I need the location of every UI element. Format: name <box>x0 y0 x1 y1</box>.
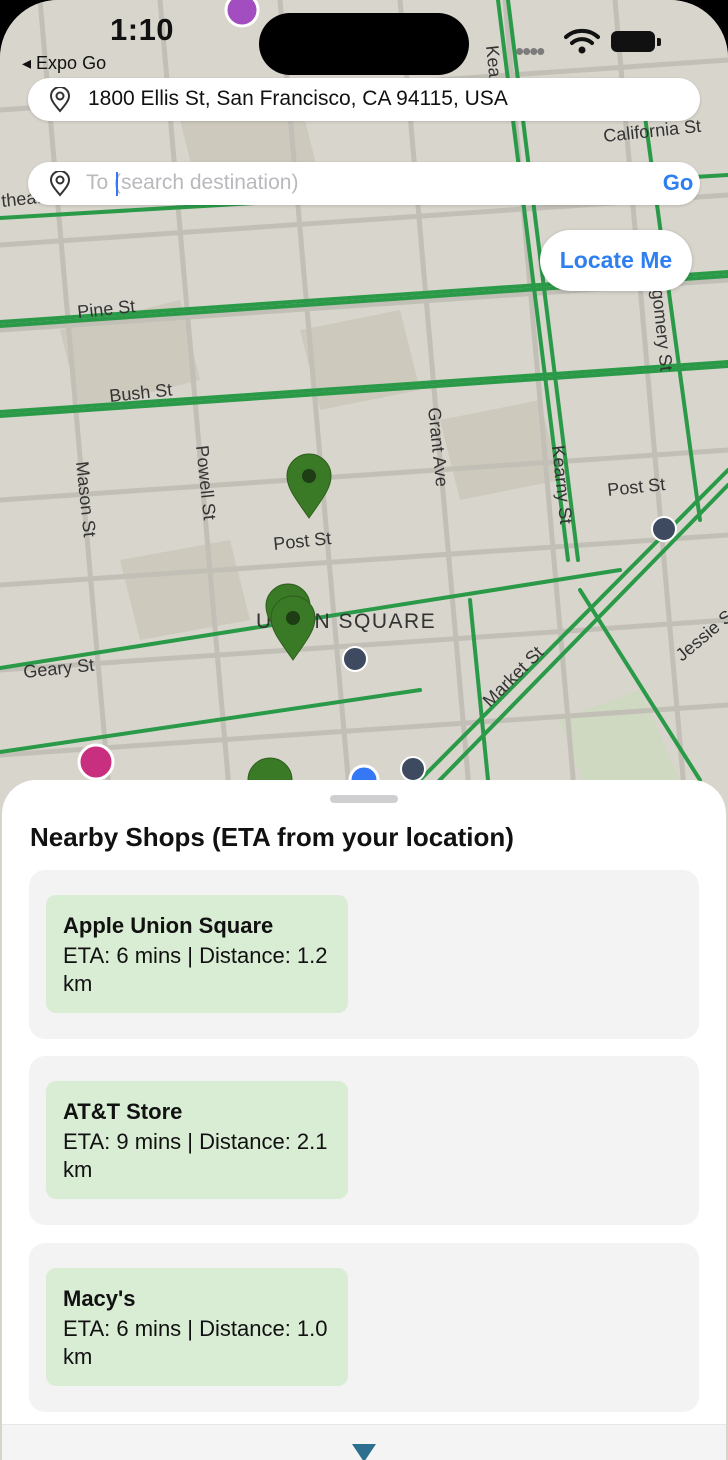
battery-icon <box>611 31 655 52</box>
nearby-shops-title: Nearby Shops (ETA from your location) <box>30 822 514 852</box>
status-time: 1:10 <box>110 12 175 47</box>
location-pin-icon <box>49 171 71 197</box>
shop-chip[interactable]: Apple Union Square ETA: 6 mins | Distanc… <box>46 895 348 1013</box>
hotel-poi-icon <box>77 743 115 781</box>
collapse-down-arrow-icon[interactable] <box>352 1444 376 1460</box>
bottom-toggle-bar[interactable] <box>2 1424 726 1460</box>
back-to-expo-go-link[interactable]: ◂ Expo Go <box>22 53 106 74</box>
shop-eta-distance: ETA: 6 mins | Distance: 1.0 km <box>63 1316 328 1369</box>
shop-name: Macy's <box>63 1286 136 1311</box>
wifi-icon <box>564 28 600 54</box>
locate-me-button[interactable]: Locate Me <box>540 230 692 291</box>
shop-card[interactable]: Macy's ETA: 6 mins | Distance: 1.0 km <box>29 1243 699 1412</box>
transit-poi-icon <box>651 516 677 542</box>
from-address-value: 1800 Ellis St, San Francisco, CA 94115, … <box>88 87 508 110</box>
destination-search-input[interactable] <box>86 168 616 198</box>
sheet-drag-handle[interactable] <box>330 795 398 803</box>
go-button[interactable]: Go <box>648 170 708 198</box>
text-cursor <box>116 172 118 196</box>
phone-screen: Pine St Bush St Post St Post St Geary St… <box>0 0 728 1460</box>
shop-chip[interactable]: AT&T Store ETA: 9 mins | Distance: 2.1 k… <box>46 1081 348 1199</box>
shop-name: AT&T Store <box>63 1099 183 1124</box>
battery-tip <box>657 38 661 46</box>
cellular-signal-icon: •••• <box>515 36 545 66</box>
destination-search-field[interactable]: Go <box>28 162 700 205</box>
nearby-shops-sheet: Nearby Shops (ETA from your location) Ap… <box>2 780 726 1460</box>
transit-poi-icon <box>400 756 426 782</box>
shop-card[interactable]: AT&T Store ETA: 9 mins | Distance: 2.1 k… <box>29 1056 699 1225</box>
shop-name: Apple Union Square <box>63 913 274 938</box>
from-address-field[interactable]: 1800 Ellis St, San Francisco, CA 94115, … <box>28 78 700 121</box>
location-pin-icon <box>49 87 71 113</box>
shop-chip[interactable]: Macy's ETA: 6 mins | Distance: 1.0 km <box>46 1268 348 1386</box>
transit-poi-icon <box>342 646 368 672</box>
shop-eta-distance: ETA: 9 mins | Distance: 2.1 km <box>63 1129 328 1182</box>
status-bar: 1:10 ◂ Expo Go •••• <box>0 0 728 78</box>
shop-eta-distance: ETA: 6 mins | Distance: 1.2 km <box>63 943 328 996</box>
dynamic-island <box>259 13 469 75</box>
shop-card[interactable]: Apple Union Square ETA: 6 mins | Distanc… <box>29 870 699 1039</box>
